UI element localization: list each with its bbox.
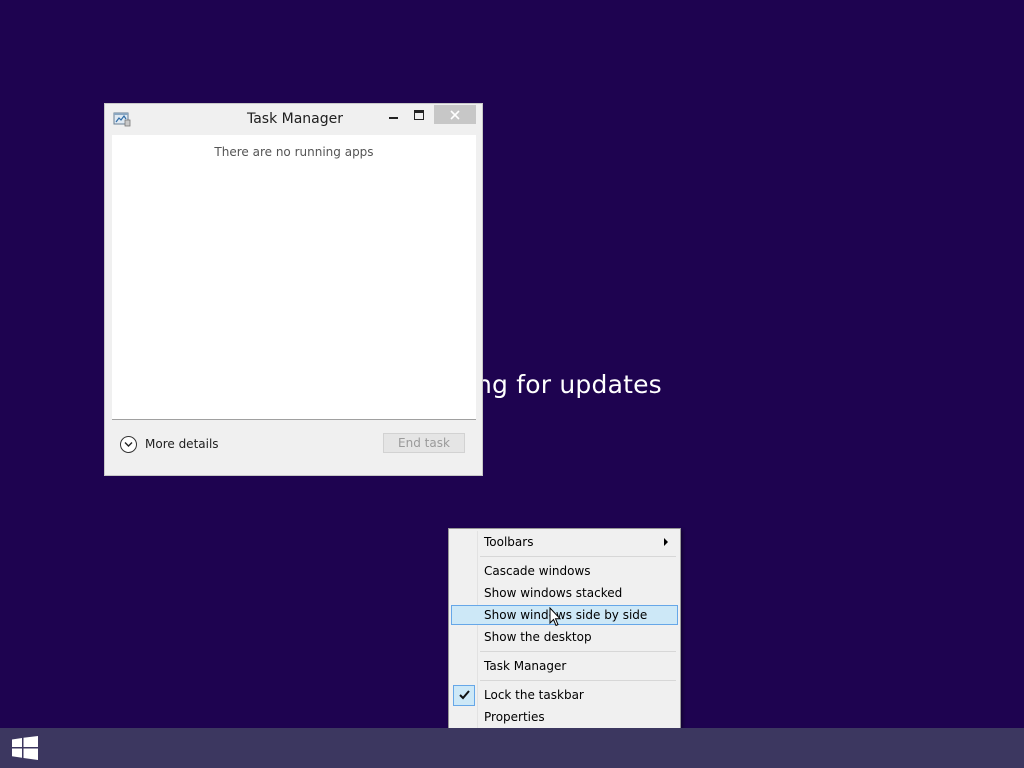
taskbar-context-menu[interactable]: Toolbars Cascade windows Show windows st… bbox=[448, 528, 681, 731]
task-manager-icon bbox=[113, 111, 131, 127]
checkmark-icon bbox=[453, 685, 475, 706]
menu-item-label: Show windows side by side bbox=[484, 608, 648, 622]
menu-item-properties[interactable]: Properties bbox=[451, 707, 678, 727]
empty-message: There are no running apps bbox=[214, 145, 374, 159]
chevron-down-icon[interactable] bbox=[120, 435, 137, 453]
menu-item-toolbars[interactable]: Toolbars bbox=[451, 532, 678, 552]
more-details-button[interactable]: More details bbox=[120, 434, 219, 454]
more-details-label[interactable]: More details bbox=[145, 437, 219, 451]
menu-item-show-windows-stacked[interactable]: Show windows stacked bbox=[451, 583, 678, 603]
maximize-icon[interactable] bbox=[408, 105, 430, 125]
minimize-icon[interactable] bbox=[383, 105, 405, 125]
menu-item-label: Properties bbox=[484, 710, 545, 724]
updates-status-text: ng for updates bbox=[476, 370, 662, 399]
menu-item-label: Show windows stacked bbox=[484, 586, 623, 600]
end-task-button[interactable]: End task bbox=[383, 433, 465, 453]
app-list-panel: There are no running apps bbox=[112, 135, 476, 419]
menu-item-label: Cascade windows bbox=[484, 564, 591, 578]
close-icon[interactable] bbox=[434, 105, 476, 124]
taskbar[interactable] bbox=[0, 728, 1024, 768]
submenu-arrow-icon bbox=[664, 538, 668, 546]
title-bar[interactable]: Task Manager bbox=[105, 104, 482, 135]
menu-separator bbox=[480, 680, 676, 681]
menu-item-cascade-windows[interactable]: Cascade windows bbox=[451, 561, 678, 581]
divider bbox=[112, 419, 476, 420]
mouse-pointer-icon bbox=[549, 607, 561, 627]
menu-separator bbox=[480, 556, 676, 557]
menu-item-show-windows-side-by-side[interactable]: Show windows side by side bbox=[451, 605, 678, 625]
menu-item-label: Lock the taskbar bbox=[484, 688, 584, 702]
windows-logo-icon[interactable] bbox=[11, 736, 39, 760]
menu-item-label: Show the desktop bbox=[484, 630, 592, 644]
window-title: Task Manager bbox=[246, 111, 344, 127]
menu-separator bbox=[480, 651, 676, 652]
menu-item-lock-the-taskbar[interactable]: Lock the taskbar bbox=[451, 685, 678, 706]
menu-item-label: Task Manager bbox=[484, 659, 567, 673]
task-manager-window[interactable]: Task Manager There are no running apps M… bbox=[104, 103, 483, 476]
menu-item-label: Toolbars bbox=[484, 535, 534, 549]
menu-item-show-the-desktop[interactable]: Show the desktop bbox=[451, 627, 678, 647]
menu-item-task-manager[interactable]: Task Manager bbox=[451, 656, 678, 676]
